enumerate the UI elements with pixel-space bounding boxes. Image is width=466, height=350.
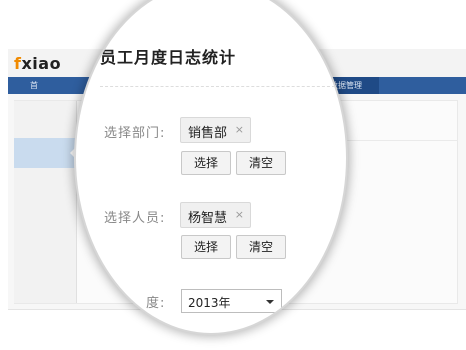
select-personnel-button[interactable]: 选择	[181, 235, 231, 259]
month-label: 月 度:	[104, 296, 166, 311]
sidebar	[14, 101, 77, 303]
personnel-tag-text: 杨智慧	[188, 211, 228, 226]
magnifier-lens: 员工月度日志统计 选择部门: 销售部 × 选择 清空 选择人员: 杨智慧 × 选…	[76, 0, 346, 333]
lens-content: 员工月度日志统计 选择部门: 销售部 × 选择 清空 选择人员: 杨智慧 × 选…	[76, 0, 346, 333]
remove-personnel-icon[interactable]: ×	[235, 208, 244, 221]
chevron-down-icon	[266, 300, 274, 304]
department-label: 选择部门:	[104, 126, 166, 141]
remove-department-icon[interactable]: ×	[235, 123, 244, 136]
clear-department-button[interactable]: 清空	[236, 151, 286, 175]
select-department-button[interactable]: 选择	[181, 151, 231, 175]
department-tag-text: 销售部	[188, 126, 228, 141]
month-select-value: 2013年	[188, 296, 231, 310]
personnel-label: 选择人员:	[104, 211, 166, 226]
page-title: 员工月度日志统计	[100, 48, 237, 67]
department-tag: 销售部 ×	[180, 117, 251, 143]
sidebar-item-selected[interactable]	[14, 138, 76, 168]
personnel-tag: 杨智慧 ×	[180, 202, 251, 228]
app-logo: fxiao	[14, 54, 61, 73]
month-select[interactable]: 2013年	[181, 289, 282, 313]
nav-item-home[interactable]: 首	[30, 77, 38, 94]
clear-personnel-button[interactable]: 清空	[236, 235, 286, 259]
logo-text: xiao	[21, 54, 62, 73]
title-divider	[100, 86, 335, 87]
